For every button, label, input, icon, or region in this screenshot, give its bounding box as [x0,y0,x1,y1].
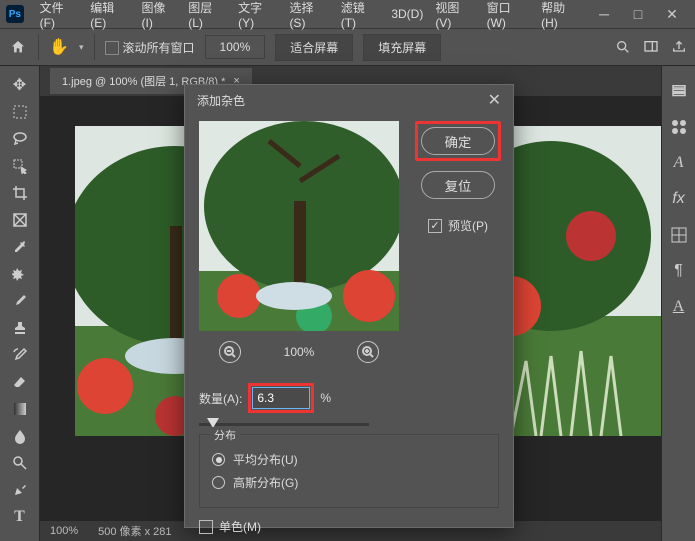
gradient-tool[interactable] [4,396,36,421]
uniform-radio[interactable] [212,453,225,466]
menu-select[interactable]: 选择(S) [283,0,334,30]
ok-button-highlight: 确定 [415,121,501,161]
zoom-in-icon[interactable] [357,341,379,363]
move-tool[interactable]: ✥ [4,72,36,97]
eraser-tool[interactable] [4,369,36,394]
amount-unit: % [320,391,331,405]
window-minimize[interactable]: ─ [587,0,621,28]
workspace-icon[interactable] [643,39,659,55]
menu-bar: Ps 文件(F) 编辑(E) 图像(I) 图层(L) 文字(Y) 选择(S) 滤… [0,0,695,28]
fill-screen-button[interactable]: 填充屏幕 [363,34,441,61]
blur-tool[interactable] [4,423,36,448]
crop-tool[interactable] [4,180,36,205]
pen-tool[interactable] [4,477,36,502]
amount-input[interactable] [252,387,310,409]
history-brush-tool[interactable] [4,342,36,367]
zoom-out-icon[interactable] [219,341,241,363]
preview-checkbox[interactable] [428,219,442,233]
amount-label: 数量(A): [199,390,242,407]
panels-dock: A fx ¶ A [661,66,695,541]
scroll-all-windows[interactable]: 滚动所有窗口 [105,39,195,56]
menu-edit[interactable]: 编辑(E) [84,0,135,30]
status-zoom: 100% [50,525,78,537]
options-bar: ✋ ▾ 滚动所有窗口 100% 适合屏幕 填充屏幕 [0,28,695,66]
panel-swatches-icon[interactable] [668,116,690,138]
app-logo: Ps [6,5,24,23]
frame-tool[interactable] [4,207,36,232]
panel-glyphs-icon[interactable]: A [668,296,690,318]
preview-image[interactable] [199,121,399,331]
uniform-label: 平均分布(U) [233,451,298,468]
amount-slider[interactable] [199,423,369,426]
brush-tool[interactable] [4,288,36,313]
panel-styles-icon[interactable]: fx [668,188,690,210]
search-icon[interactable] [615,39,631,55]
panel-color-icon[interactable] [668,80,690,102]
gaussian-radio[interactable] [212,476,225,489]
preview-label: 预览(P) [448,217,488,234]
marquee-tool[interactable] [4,99,36,124]
menu-help[interactable]: 帮助(H) [535,0,587,30]
monochrome-label: 单色(M) [219,518,261,535]
ok-button[interactable]: 确定 [421,127,495,155]
window-close[interactable]: ✕ [655,0,689,28]
tools-panel: ✥ T [0,66,40,541]
panel-grid-icon[interactable] [668,224,690,246]
zoom-level[interactable]: 100% [205,35,266,59]
type-tool[interactable]: T [4,504,36,529]
lasso-tool[interactable] [4,126,36,151]
menu-filter[interactable]: 滤镜(T) [335,0,386,30]
eyedropper-tool[interactable] [4,234,36,259]
panel-character-icon[interactable]: A [668,152,690,174]
reset-button[interactable]: 复位 [421,171,495,199]
gaussian-label: 高斯分布(G) [233,474,298,491]
hand-tool-icon[interactable]: ✋ [49,37,69,57]
stamp-tool[interactable] [4,315,36,340]
amount-highlight [248,383,314,413]
fit-screen-button[interactable]: 适合屏幕 [275,34,353,61]
menu-image[interactable]: 图像(I) [136,0,183,30]
dialog-close-icon[interactable]: ✕ [488,90,501,110]
menu-view[interactable]: 视图(V) [429,0,480,30]
menu-type[interactable]: 文字(Y) [232,0,283,30]
menu-3d[interactable]: 3D(D) [385,7,429,21]
preview-zoom-level: 100% [284,345,315,359]
status-dimensions: 500 像素 x 281 [98,523,171,539]
add-noise-dialog: 添加杂色 ✕ 100% 确定 复位 预览(P) 数量(A): % [184,84,514,528]
monochrome-checkbox[interactable] [199,520,213,534]
menu-layer[interactable]: 图层(L) [182,0,232,30]
dodge-tool[interactable] [4,450,36,475]
menu-window[interactable]: 窗口(W) [481,0,536,30]
home-icon[interactable] [8,37,28,57]
panel-paragraph-icon[interactable]: ¶ [668,260,690,282]
healing-tool[interactable] [4,261,36,286]
window-maximize[interactable]: □ [621,0,655,28]
distribution-legend: 分布 [210,427,240,443]
menu-file[interactable]: 文件(F) [34,0,85,30]
share-icon[interactable] [671,39,687,55]
dialog-title: 添加杂色 [197,92,245,109]
quick-select-tool[interactable] [4,153,36,178]
tool-variant-icon[interactable]: ▾ [79,42,84,53]
